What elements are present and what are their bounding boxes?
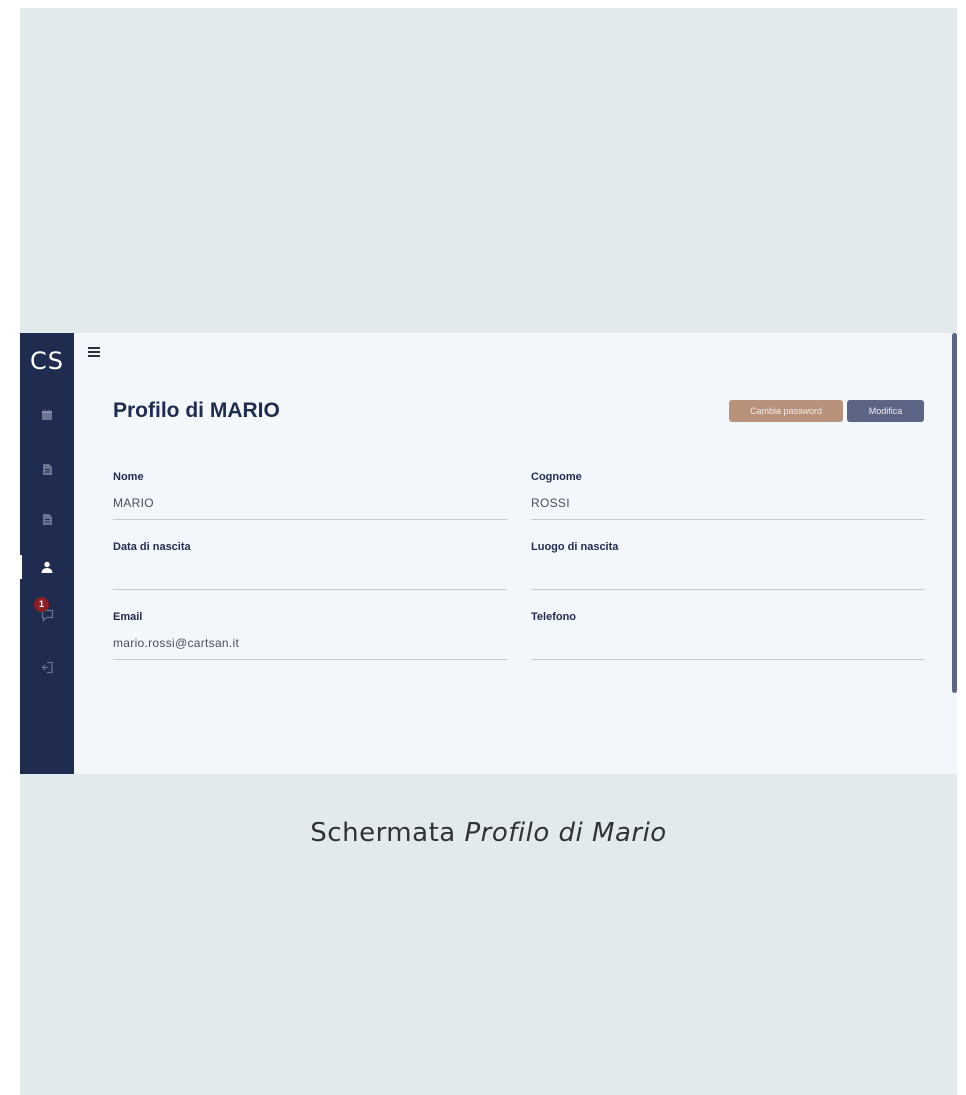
field-last-name: Cognome ROSSI [531,471,925,520]
screenshot-caption: Schermata Profilo di Mario [20,818,957,848]
field-label: Data di nascita [113,541,191,553]
document-icon [42,513,52,525]
caption-italic: Profilo di Mario [464,818,667,848]
field-label: Telefono [531,611,577,623]
app-logo[interactable]: CS [20,347,74,375]
field-label: Luogo di nascita [531,541,619,553]
edit-button[interactable]: Modifica [847,400,924,422]
sidebar-item-documents[interactable] [20,457,74,481]
user-icon [41,561,53,573]
field-value[interactable]: mario.rossi@cartsan.it [113,636,239,650]
hamburger-menu-icon[interactable] [88,347,100,359]
field-value[interactable]: ROSSI [531,496,570,510]
sidebar-item-calendar[interactable] [20,403,74,427]
page-title: Profilo di MARIO [113,399,280,422]
sidebar-item-documents-2[interactable] [20,507,74,531]
field-label: Nome [113,471,144,483]
sidebar: CS 1 [20,333,74,774]
field-email: Email mario.rossi@cartsan.it [113,611,507,660]
field-label: Email [113,611,143,623]
calendar-icon [42,409,52,420]
sidebar-item-profile[interactable] [20,555,74,579]
notification-badge: 1 [34,597,49,612]
app-window: CS 1 Profilo di MARIO Cambia password Mo… [20,333,957,774]
document-icon [42,463,52,475]
caption-prefix: Schermata [310,818,465,848]
field-value[interactable]: MARIO [113,496,154,510]
field-birth-place: Luogo di nascita [531,541,925,590]
field-label: Cognome [531,471,582,483]
field-birth-date: Data di nascita [113,541,507,590]
main-content: Profilo di MARIO Cambia password Modific… [74,333,957,774]
change-password-button[interactable]: Cambia password [729,400,843,422]
sidebar-item-logout[interactable] [20,655,74,679]
scrollbar[interactable] [952,333,957,693]
field-phone: Telefono [531,611,925,660]
logout-icon [41,661,53,673]
field-first-name: Nome MARIO [113,471,507,520]
